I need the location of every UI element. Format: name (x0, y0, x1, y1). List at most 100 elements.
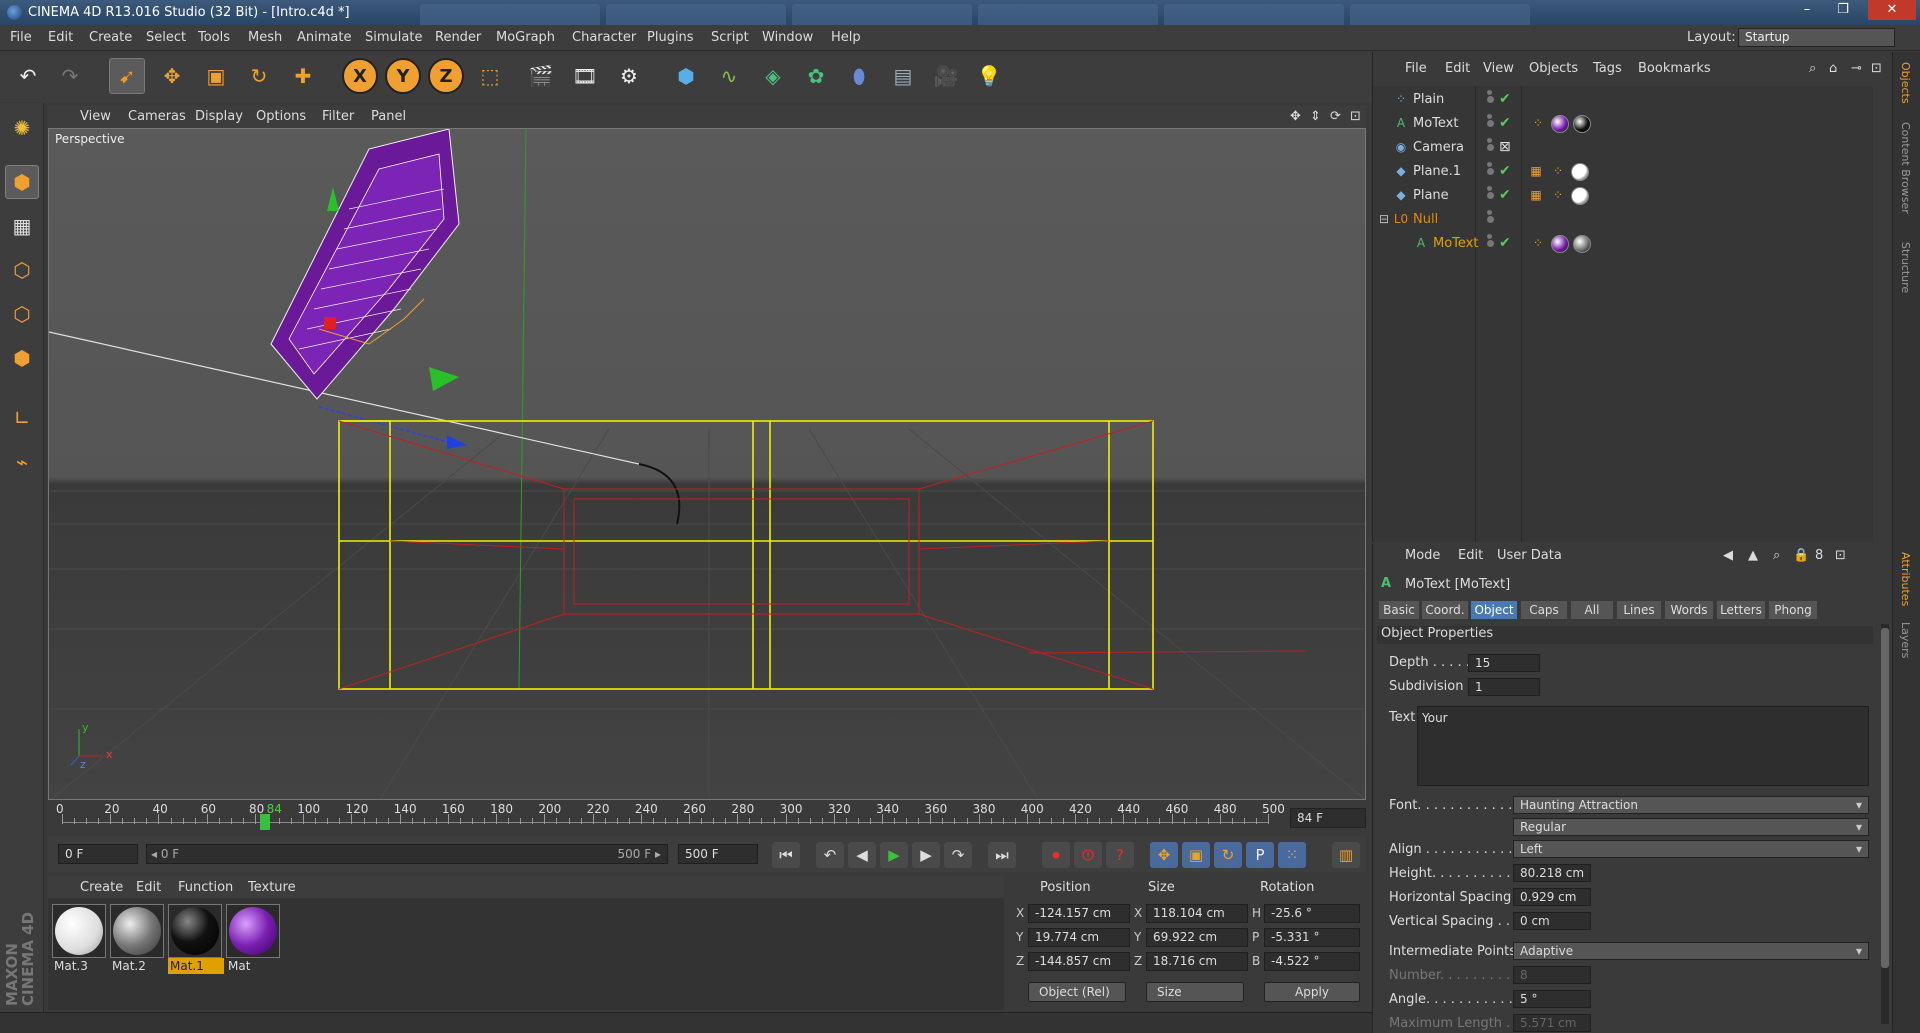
menu-select[interactable]: Select (146, 30, 186, 45)
objects-menu-view[interactable]: View (1483, 61, 1514, 76)
align-dropdown[interactable]: Left (1513, 840, 1869, 858)
close-button[interactable]: ✕ (1868, 0, 1916, 20)
rotation-handle[interactable] (429, 367, 459, 391)
go-to-start-icon[interactable]: ⏮ (772, 842, 800, 868)
current-frame-field[interactable]: 84 F (1290, 808, 1366, 828)
play-icon[interactable]: ▶ (880, 842, 908, 868)
redo-icon[interactable]: ↷ (52, 58, 88, 94)
menu-tools[interactable]: Tools (198, 30, 230, 45)
tab-content-browser-vertical[interactable]: Content Browser (1899, 122, 1912, 214)
end-frame-field[interactable]: 500 F (678, 844, 758, 864)
phong-tag-icon[interactable]: ⁘ (1551, 188, 1565, 202)
polygons-mode-icon[interactable]: ⬢ (5, 341, 39, 375)
scale-key-icon[interactable]: ▣ (1182, 842, 1210, 868)
tab-structure-vertical[interactable]: Structure (1899, 242, 1912, 293)
tab-letters[interactable]: Letters (1717, 601, 1765, 619)
render-picture-viewer-icon[interactable]: 🎞 (567, 58, 603, 94)
height-field[interactable]: 80.218 cm (1513, 864, 1591, 882)
material-tag-icon[interactable] (1571, 163, 1589, 181)
menu-mograph[interactable]: MoGraph (496, 30, 555, 45)
render-visibility-dot[interactable] (1487, 138, 1492, 143)
viewport-menu-filter[interactable]: Filter (322, 109, 354, 124)
up-arrow-icon[interactable]: ▲ (1748, 548, 1758, 563)
viewport-menu-view[interactable]: View (80, 109, 111, 124)
menu-create[interactable]: Create (89, 30, 132, 45)
viewport-pan-icon[interactable]: ✥ (1290, 109, 1301, 124)
editor-visibility-dot[interactable] (1487, 168, 1494, 175)
vertical-spacing-field[interactable]: 0 cm (1513, 912, 1591, 930)
move-key-icon[interactable]: ✥ (1150, 842, 1178, 868)
tab-layers-vertical[interactable]: Layers (1899, 622, 1912, 658)
tab-object[interactable]: Object (1471, 601, 1517, 619)
attribute-scrollbar[interactable] (1881, 624, 1889, 1024)
material-tag-icon[interactable] (1551, 235, 1569, 253)
material-tag-icon[interactable] (1573, 235, 1591, 253)
camera-icon[interactable]: 🎥 (928, 58, 964, 94)
horizontal-spacing-field[interactable]: 0.929 cm (1513, 888, 1591, 906)
tab-caps[interactable]: Caps (1521, 601, 1567, 619)
tab-attributes-vertical[interactable]: Attributes (1899, 552, 1912, 606)
next-key-icon[interactable]: ↷ (944, 842, 972, 868)
position-z-field[interactable]: -144.857 cm (1028, 952, 1130, 971)
go-to-end-icon[interactable]: ⏭ (988, 842, 1016, 868)
render-visibility-dot[interactable] (1487, 186, 1492, 191)
next-frame-icon[interactable]: ▶ (912, 842, 940, 868)
render-visibility-dot[interactable] (1487, 162, 1492, 167)
layout-dropdown[interactable]: Startup (1738, 28, 1895, 47)
position-x-field[interactable]: -124.157 cm (1028, 904, 1130, 923)
material-tag-icon[interactable] (1573, 115, 1591, 133)
home-icon[interactable]: ⌂ (1829, 61, 1837, 76)
viewport-zoom-icon[interactable]: ⇕ (1310, 109, 1321, 124)
viewport-rotate-icon[interactable]: ⟳ (1330, 109, 1341, 124)
object-row[interactable]: ◆ Plane ✔ ▦ ⁘ (1373, 184, 1893, 208)
subdivision-field[interactable]: 1 (1468, 678, 1540, 696)
search-icon[interactable]: ⌕ (1773, 548, 1780, 563)
autokey-icon[interactable]: ⏼ (1074, 842, 1102, 868)
floor-icon[interactable]: ▤ (885, 58, 921, 94)
texture-tag-icon[interactable]: ▦ (1529, 164, 1543, 178)
make-editable-icon[interactable]: ✺ (5, 111, 39, 145)
editor-visibility-dot[interactable] (1487, 120, 1494, 127)
spline-icon[interactable]: ∿ (711, 58, 747, 94)
intermediate-points-dropdown[interactable]: Adaptive (1513, 942, 1869, 960)
material-menu-create[interactable]: Create (80, 880, 123, 895)
enable-check-icon[interactable]: ✔ (1499, 163, 1511, 179)
objects-menu-edit[interactable]: Edit (1445, 61, 1470, 76)
axis-mode-icon[interactable]: ∟ (5, 401, 39, 435)
object-row[interactable]: ⁘ Plain ✔ (1373, 88, 1893, 112)
rotation-p-field[interactable]: -5.331 ° (1264, 928, 1360, 947)
scale-icon[interactable]: ▣ (198, 58, 234, 94)
enable-check-icon[interactable]: ✔ (1499, 115, 1511, 131)
z-axis-icon[interactable]: Z (428, 58, 464, 94)
editor-visibility-dot[interactable] (1487, 240, 1494, 247)
object-row[interactable]: ◉ Camera ⊠ (1373, 136, 1893, 160)
back-arrow-icon[interactable]: ◀ (1723, 548, 1733, 563)
enable-check-icon[interactable]: ✔ (1499, 235, 1511, 251)
render-view-icon[interactable]: 🎬 (523, 58, 559, 94)
nurbs-icon[interactable]: ◈ (755, 58, 791, 94)
maximize-button[interactable]: ❐ (1826, 0, 1860, 20)
rotation-h-field[interactable]: -25.6 ° (1264, 904, 1360, 923)
rotate-icon[interactable]: ↻ (241, 58, 277, 94)
tab-coord[interactable]: Coord. (1422, 601, 1468, 619)
menu-plugins[interactable]: Plugins (647, 30, 694, 45)
position-y-field[interactable]: 19.774 cm (1028, 928, 1130, 947)
timeline-ruler[interactable]: 0 20 40 60 80 84 100 120 140 160 180 200 220 240 260 28… (48, 802, 1366, 834)
link-icon[interactable]: ⊸ (1851, 61, 1862, 76)
x-axis-icon[interactable]: X (342, 58, 378, 94)
light-icon[interactable]: 💡 (971, 58, 1007, 94)
editor-visibility-dot[interactable] (1487, 216, 1494, 223)
editor-visibility-dot[interactable] (1487, 96, 1494, 103)
render-visibility-dot[interactable] (1487, 210, 1492, 215)
cube-icon[interactable]: ⬢ (668, 58, 704, 94)
font-style-dropdown[interactable]: Regular (1513, 818, 1869, 836)
playhead-marker[interactable] (259, 814, 270, 830)
deformer-icon[interactable]: ⬮ (841, 58, 877, 94)
menu-simulate[interactable]: Simulate (365, 30, 422, 45)
text-input[interactable]: Your (1417, 706, 1869, 786)
material-item[interactable]: Mat.1 (168, 904, 224, 974)
editor-visibility-dot[interactable] (1487, 192, 1494, 199)
objects-menu-bookmarks[interactable]: Bookmarks (1638, 61, 1711, 76)
material-item[interactable]: Mat (226, 904, 282, 974)
rotation-b-field[interactable]: -4.522 ° (1264, 952, 1360, 971)
